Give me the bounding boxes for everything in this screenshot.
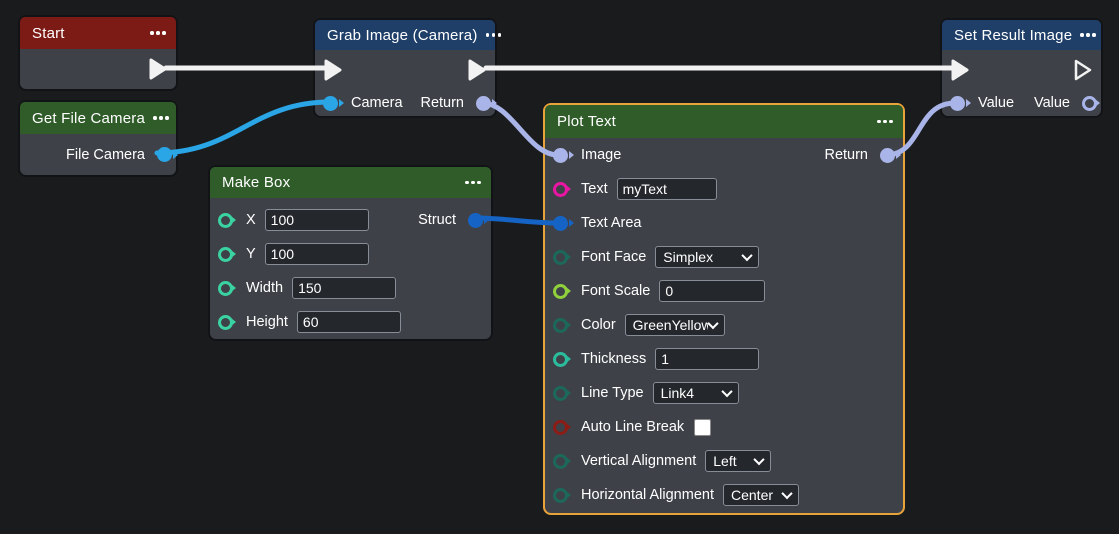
node-plot-text[interactable]: Plot Text Image Return Text Text Area Fo… (543, 103, 905, 515)
node-get-file-camera[interactable]: Get File Camera File Camera (18, 100, 178, 177)
node-title: Plot Text (557, 113, 616, 130)
port-value-out[interactable] (1082, 96, 1097, 111)
chevron-down-icon (742, 250, 753, 261)
exec-in-pin[interactable] (950, 58, 970, 82)
port-camera-in[interactable] (323, 96, 338, 111)
node-menu-icon[interactable] (486, 33, 502, 37)
font-scale-input[interactable] (659, 280, 765, 302)
vertical-alignment-select[interactable]: Left (705, 450, 771, 472)
port-thickness-in[interactable] (553, 352, 568, 367)
exec-out-pin[interactable] (148, 57, 168, 81)
port-label: Return (420, 95, 464, 111)
chevron-down-icon (707, 318, 718, 329)
chevron-down-icon (721, 386, 732, 397)
node-title: Start (32, 25, 65, 42)
color-select[interactable]: GreenYellow (625, 314, 725, 336)
param-label: Width (246, 280, 283, 296)
node-title: Grab Image (Camera) (327, 27, 478, 44)
param-label: Horizontal Alignment (581, 487, 714, 503)
node-title: Get File Camera (32, 110, 145, 127)
port-font-scale-in[interactable] (553, 284, 568, 299)
node-graph-canvas[interactable]: Start Get File Camera File Camera Grab I… (0, 0, 1119, 534)
make-box-x-input[interactable] (265, 209, 369, 231)
node-get-file-camera-header[interactable]: Get File Camera (20, 102, 176, 134)
node-make-box[interactable]: Make Box X Struct Y Width (208, 165, 493, 341)
port-label: Struct (418, 212, 456, 228)
port-label: Camera (351, 95, 403, 111)
node-grab-image-header[interactable]: Grab Image (Camera) (315, 20, 495, 50)
line-type-select[interactable]: Link4 (653, 382, 739, 404)
auto-line-break-checkbox[interactable] (694, 419, 711, 436)
param-label: Y (246, 246, 256, 262)
param-label: Thickness (581, 351, 646, 367)
font-face-select[interactable]: Simplex (655, 246, 759, 268)
node-plot-text-header[interactable]: Plot Text (545, 105, 903, 138)
port-text-in[interactable] (553, 182, 568, 197)
plot-text-text-input[interactable] (617, 178, 717, 200)
port-return-out[interactable] (476, 96, 491, 111)
port-value-in[interactable] (950, 96, 965, 111)
port-image-in[interactable] (553, 148, 568, 163)
node-make-box-header[interactable]: Make Box (210, 167, 491, 198)
make-box-y-input[interactable] (265, 243, 369, 265)
param-label: Auto Line Break (581, 419, 684, 435)
port-label: Return (824, 147, 868, 163)
node-menu-icon[interactable] (150, 31, 166, 35)
port-vertical-alignment-in[interactable] (553, 454, 568, 469)
port-label: Image (581, 147, 621, 163)
param-label: Color (581, 317, 616, 333)
port-line-type-in[interactable] (553, 386, 568, 401)
port-struct-out[interactable] (468, 213, 483, 228)
port-color-in[interactable] (553, 318, 568, 333)
param-label: Font Face (581, 249, 646, 265)
horizontal-alignment-select[interactable]: Center (723, 484, 799, 506)
node-set-result-image[interactable]: Set Result Image Value Value (940, 18, 1103, 118)
exec-out-pin[interactable] (467, 58, 487, 82)
chevron-down-icon (754, 454, 765, 465)
thickness-input[interactable] (655, 348, 759, 370)
node-menu-icon[interactable] (1080, 33, 1096, 37)
port-height-in[interactable] (218, 315, 233, 330)
param-label: X (246, 212, 256, 228)
node-menu-icon[interactable] (465, 181, 481, 185)
port-label: Value (978, 95, 1014, 111)
param-label: Vertical Alignment (581, 453, 696, 469)
port-label: Value (1034, 95, 1070, 111)
node-menu-icon[interactable] (877, 120, 893, 124)
node-title: Set Result Image (954, 27, 1072, 44)
exec-out-pin-unconnected[interactable] (1073, 58, 1093, 82)
port-text-area-in[interactable] (553, 216, 568, 231)
port-width-in[interactable] (218, 281, 233, 296)
wire-filecamera-to-camera (157, 102, 330, 153)
exec-in-pin[interactable] (323, 58, 343, 82)
param-label: Height (246, 314, 288, 330)
port-label: Text Area (581, 215, 641, 231)
make-box-width-input[interactable] (292, 277, 396, 299)
node-start-header[interactable]: Start (20, 17, 176, 49)
port-font-face-in[interactable] (553, 250, 568, 265)
node-menu-icon[interactable] (153, 116, 169, 120)
port-x-in[interactable] (218, 213, 233, 228)
port-horizontal-alignment-in[interactable] (553, 488, 568, 503)
node-title: Make Box (222, 174, 290, 191)
port-file-camera-out[interactable] (157, 147, 172, 162)
param-label: Text (581, 181, 608, 197)
node-start[interactable]: Start (18, 15, 178, 91)
param-label: Font Scale (581, 283, 650, 299)
param-label: Line Type (581, 385, 644, 401)
make-box-height-input[interactable] (297, 311, 401, 333)
node-grab-image-camera[interactable]: Grab Image (Camera) Camera Return (313, 18, 497, 118)
chevron-down-icon (781, 488, 792, 499)
port-return-out[interactable] (880, 148, 895, 163)
port-auto-line-break-in[interactable] (553, 420, 568, 435)
node-set-result-image-header[interactable]: Set Result Image (942, 20, 1101, 50)
port-label: File Camera (66, 147, 145, 163)
port-y-in[interactable] (218, 247, 233, 262)
